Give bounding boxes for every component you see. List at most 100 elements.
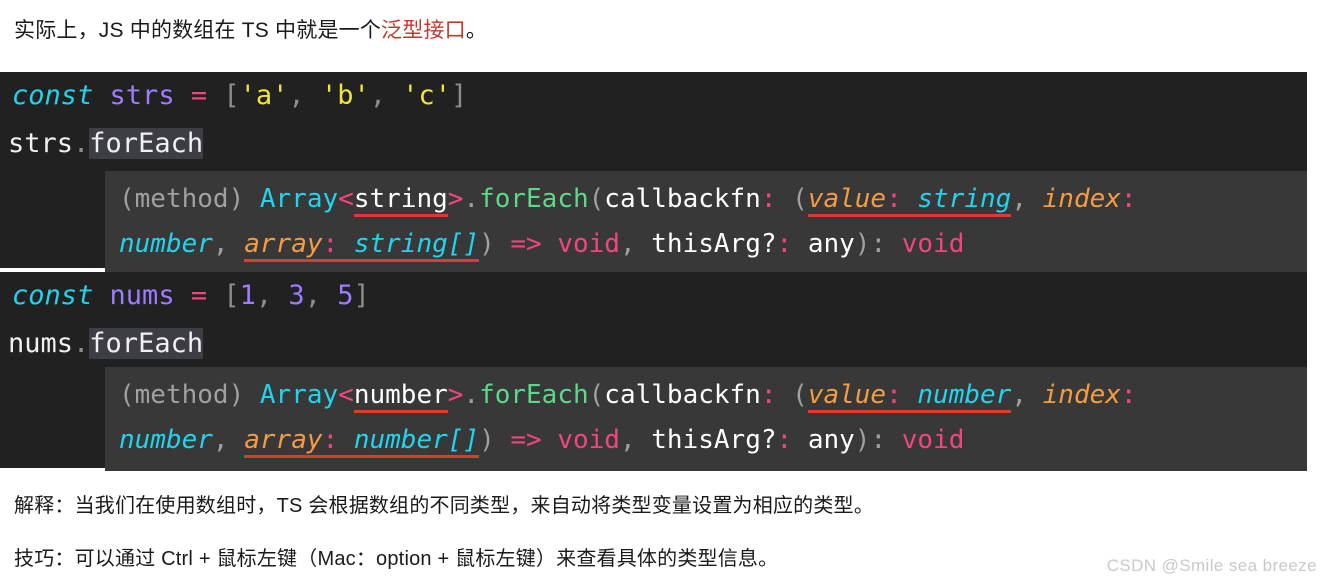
- tooltip-callback-colon: :: [760, 380, 777, 410]
- tooltip-line-1-strs: (method) Array<string>.forEach(callbackf…: [119, 177, 1307, 222]
- tooltip-thisarg-type: any: [807, 229, 855, 259]
- tooltip-callback-colon: :: [760, 184, 777, 214]
- assignment-operator: =: [190, 80, 208, 111]
- tooltip-arrow: =>: [510, 229, 542, 259]
- tooltip-cb-paren-open: (: [792, 184, 808, 214]
- type-tooltip-strs: (method) Array<string>.forEach(callbackf…: [105, 171, 1307, 275]
- tooltip-dot: .: [463, 380, 480, 410]
- type-tooltip-nums: (method) Array<number>.forEach(callbackf…: [105, 367, 1307, 471]
- tooltip-generic-arg: number: [353, 380, 448, 413]
- tooltip-param-0-colon: :: [886, 380, 902, 410]
- tooltip-cb-paren-open: (: [792, 380, 808, 410]
- tooltip-param-2-name: array: [244, 425, 323, 455]
- tooltip-thisarg-colon: :: [776, 425, 793, 455]
- tooltip-angle-close: >: [447, 380, 464, 410]
- array-item-2: 5: [337, 280, 354, 311]
- array-separator-0: ,: [288, 80, 321, 111]
- tooltip-angle-open: <: [338, 184, 354, 214]
- tooltip-method-name: forEach: [479, 380, 589, 410]
- array-item-0: 'a': [239, 80, 289, 111]
- tooltip-param-1-type: number: [119, 425, 213, 455]
- tooltip-line-2-strs: number, array: string[]) => void, thisAr…: [119, 222, 1307, 267]
- member-access-dot: .: [73, 328, 90, 359]
- intro-paragraph: 实际上，JS 中的数组在 TS 中就是一个泛型接口。: [14, 16, 487, 45]
- tooltip-dot: .: [463, 184, 480, 214]
- tooltip-param-1-name: index: [1042, 380, 1121, 410]
- tooltip-callback-name: callbackfn: [604, 184, 761, 214]
- tooltip-owner-type: Array: [259, 184, 339, 214]
- array-separator-1: ,: [369, 80, 403, 111]
- tooltip-param-2-colon: :: [322, 229, 339, 259]
- array-item-1: 'b': [320, 80, 370, 111]
- tooltip-param-0-group: value: number: [807, 380, 1012, 413]
- tooltip-arrow: =>: [510, 425, 542, 455]
- tooltip-angle-close: >: [447, 184, 464, 214]
- usage-object-nums: nums: [8, 328, 74, 359]
- tooltip-param-0-type: string: [917, 184, 1012, 214]
- tooltip-paren-open: (: [588, 184, 605, 214]
- tooltip-kind: (method): [119, 380, 245, 410]
- array-close-bracket: ]: [353, 280, 370, 311]
- variable-name-strs: strs: [109, 80, 175, 111]
- tooltip-angle-open: <: [338, 380, 354, 410]
- tooltip-return-type: void: [901, 425, 965, 455]
- tooltip-param-2-type: number[]: [353, 425, 480, 455]
- array-separator-0: ,: [255, 280, 289, 311]
- tooltip-thisarg-type: any: [807, 425, 855, 455]
- tooltip-param-0-colon: :: [886, 184, 902, 214]
- tooltip-return-type: void: [901, 229, 965, 259]
- tooltip-param-2-name: array: [244, 229, 323, 259]
- array-item-1: 3: [288, 280, 305, 311]
- tooltip-callback-return: void: [557, 229, 620, 259]
- array-close-bracket: ]: [451, 80, 468, 111]
- tooltip-param-1-name: index: [1042, 184, 1121, 214]
- intro-text-before: 实际上，JS 中的数组在 TS 中就是一个: [14, 19, 382, 42]
- member-foreach-strs[interactable]: forEach: [89, 128, 204, 159]
- tooltip-return-colon: :: [870, 229, 887, 259]
- member-foreach-nums[interactable]: forEach: [89, 328, 204, 359]
- tooltip-paren-close: ): [854, 229, 871, 259]
- array-item-2: 'c': [402, 80, 452, 111]
- tooltip-param-2-group: array: string[]: [244, 229, 480, 262]
- tooltip-thisarg-colon: :: [776, 229, 793, 259]
- tooltip-callback-return: void: [557, 425, 620, 455]
- tooltip-generic-arg: string: [353, 184, 448, 217]
- csdn-watermark: CSDN @Smile sea breeze: [1106, 556, 1317, 575]
- tooltip-param-2-group: array: number[]: [244, 425, 480, 458]
- tooltip-paren-close: ): [854, 425, 871, 455]
- code-line-declaration-nums[interactable]: const nums = [1, 3, 5]: [0, 272, 1307, 320]
- code-line-usage-nums[interactable]: nums.forEach: [0, 320, 1307, 368]
- intro-text-after: 。: [465, 19, 488, 42]
- tooltip-param-0-group: value: string: [807, 184, 1012, 217]
- code-line-usage-strs[interactable]: strs.forEach: [0, 120, 1307, 168]
- tooltip-cb-paren-close: ): [479, 425, 495, 455]
- tooltip-owner-type: Array: [259, 380, 339, 410]
- tip-paragraph: 技巧：可以通过 Ctrl + 鼠标左键（Mac：option + 鼠标左键）来查…: [14, 548, 779, 570]
- tooltip-thisarg-name: thisArg?: [651, 425, 777, 455]
- keyword-const: const: [12, 280, 94, 311]
- array-open-bracket: [: [223, 280, 240, 311]
- tooltip-param-2-type: string[]: [353, 229, 480, 259]
- explanation-paragraph: 解释：当我们在使用数组时，TS 会根据数组的不同类型，来自动将类型变量设置为相应…: [14, 495, 874, 517]
- variable-name-nums: nums: [109, 280, 175, 311]
- assignment-operator: =: [190, 280, 208, 311]
- tooltip-param-1-colon: :: [1120, 184, 1137, 214]
- tooltip-callback-name: callbackfn: [604, 380, 761, 410]
- tooltip-param-0-type: number: [917, 380, 1012, 410]
- tooltip-line-1-nums: (method) Array<number>.forEach(callbackf…: [119, 373, 1307, 418]
- tooltip-line-2-nums: number, array: number[]) => void, thisAr…: [119, 418, 1307, 463]
- intro-highlight-term: 泛型接口: [381, 19, 466, 42]
- tooltip-param-1-type: number: [119, 229, 213, 259]
- usage-object-strs: strs: [8, 128, 74, 159]
- tooltip-param-1-colon: :: [1120, 380, 1137, 410]
- keyword-const: const: [12, 80, 94, 111]
- tooltip-cb-paren-close: ): [479, 229, 495, 259]
- tooltip-param-0-name: value: [807, 380, 887, 410]
- member-access-dot: .: [73, 128, 90, 159]
- code-line-declaration-strs[interactable]: const strs = ['a', 'b', 'c']: [0, 72, 1307, 120]
- tooltip-thisarg-name: thisArg?: [651, 229, 777, 259]
- tooltip-kind: (method): [119, 184, 245, 214]
- tooltip-paren-open: (: [588, 380, 605, 410]
- tooltip-method-name: forEach: [479, 184, 589, 214]
- tooltip-return-colon: :: [870, 425, 887, 455]
